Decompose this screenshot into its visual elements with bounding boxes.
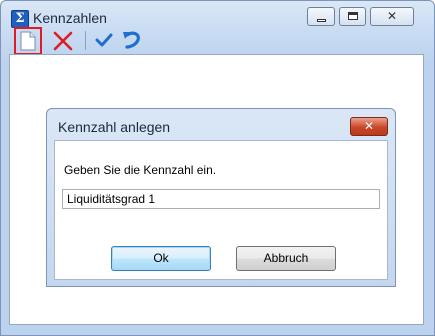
toolbar-separator (85, 31, 86, 50)
minimize-button[interactable] (307, 7, 335, 26)
maximize-button[interactable] (339, 7, 366, 26)
undo-button[interactable] (121, 29, 143, 54)
close-button[interactable]: ✕ (370, 7, 414, 26)
delete-button[interactable] (52, 30, 74, 55)
cancel-button[interactable]: Abbruch (236, 246, 336, 271)
kennzahl-anlegen-dialog: Kennzahl anlegen ✕ Geben Sie die Kennzah… (46, 108, 396, 287)
sigma-icon: Σ (11, 10, 29, 28)
undo-icon (123, 31, 140, 49)
kennzahl-input[interactable]: Liquiditätsgrad 1 (62, 189, 380, 209)
window-titlebar[interactable]: Σ Kennzahlen ✕ (1, 1, 434, 29)
dialog-body: Geben Sie die Kennzahl ein. Liquiditätsg… (54, 140, 388, 280)
window-title: Kennzahlen (33, 10, 107, 26)
ok-button[interactable]: Ok (111, 246, 211, 271)
save-button[interactable] (95, 31, 113, 52)
checkmark-icon (95, 33, 113, 47)
new-button[interactable] (14, 27, 42, 55)
close-icon: ✕ (386, 9, 398, 23)
close-icon: ✕ (363, 119, 375, 133)
prompt-label: Geben Sie die Kennzahl ein. (64, 163, 217, 177)
new-document-icon (20, 31, 36, 51)
delete-icon (53, 31, 73, 51)
dialog-title: Kennzahl anlegen (58, 119, 171, 135)
dialog-close-button[interactable]: ✕ (350, 117, 388, 136)
